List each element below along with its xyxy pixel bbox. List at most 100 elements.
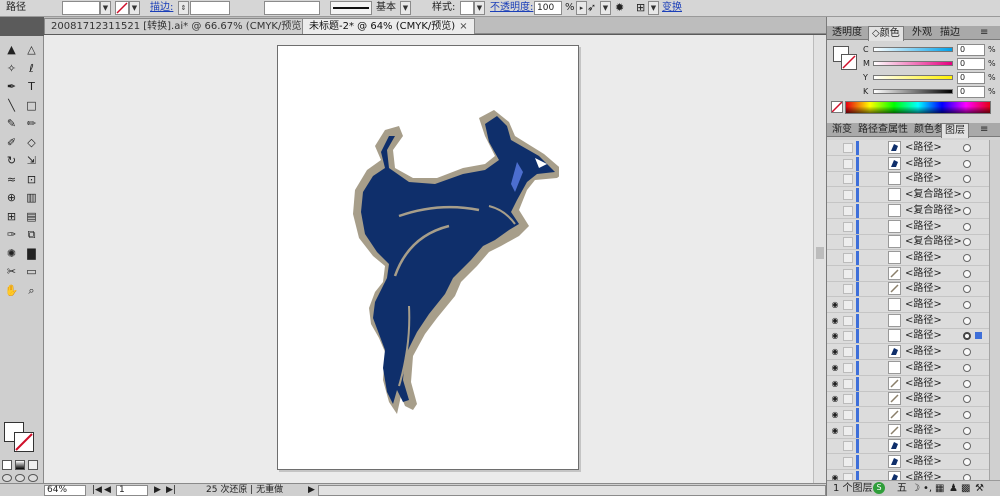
draw-behind-icon[interactable] [15, 474, 25, 482]
page-number-field[interactable]: 1 [116, 485, 148, 496]
visibility-eye-icon[interactable]: ◉ [830, 316, 840, 326]
hand-tool[interactable]: ✋ [3, 283, 20, 298]
layer-row[interactable]: <路径> [827, 219, 989, 235]
lock-toggle[interactable] [843, 158, 853, 169]
target-circle-icon[interactable] [963, 253, 971, 262]
layer-row[interactable]: ◉ <路径> [827, 376, 989, 392]
magenta-slider[interactable] [873, 61, 953, 66]
target-circle-icon[interactable] [963, 144, 971, 152]
tab-document-1[interactable]: 20081712311521 [转换].ai* @ 66.67% (CMYK/预… [44, 18, 325, 34]
lock-toggle[interactable] [843, 237, 853, 248]
stroke-swatch[interactable] [841, 54, 857, 70]
kangaroo-artwork[interactable] [339, 106, 559, 416]
layer-row[interactable]: ◉ <路径> [827, 297, 989, 313]
layer-row[interactable]: ◉ <路径> [827, 360, 989, 376]
punctuation-icon[interactable]: •, [923, 481, 932, 496]
chevron-down-icon[interactable]: ▼ [100, 1, 111, 15]
visibility-eye-icon[interactable] [830, 174, 840, 184]
lock-toggle[interactable] [843, 441, 853, 452]
blob-brush-tool[interactable]: ✐ [3, 135, 20, 150]
fill-color-swatch[interactable] [62, 1, 100, 15]
graphic-style-swatch[interactable] [460, 1, 474, 15]
lock-toggle[interactable] [843, 284, 853, 295]
target-circle-icon[interactable] [963, 285, 971, 294]
visibility-eye-icon[interactable] [830, 441, 840, 451]
layer-row[interactable]: ◉ <路径> [827, 344, 989, 361]
column-graph-tool[interactable]: ▇ [23, 246, 40, 261]
target-circle-icon[interactable] [963, 348, 971, 357]
moon-icon[interactable]: ☽ [911, 481, 920, 496]
visibility-eye-icon[interactable]: ◉ [830, 410, 840, 420]
stroke-link[interactable]: 描边: [150, 0, 173, 17]
visibility-eye-icon[interactable]: ◉ [830, 379, 840, 389]
paintbrush-tool[interactable]: ✎ [3, 116, 20, 131]
target-circle-icon[interactable] [963, 363, 971, 372]
visibility-eye-icon[interactable] [830, 253, 840, 263]
symbol-sprayer-tool[interactable]: ✺ [3, 246, 20, 261]
target-circle-icon[interactable] [963, 332, 971, 341]
tab-color[interactable]: ◇颜色 [868, 26, 904, 41]
lock-toggle[interactable] [843, 205, 853, 216]
eyedropper-tool[interactable]: ✑ [3, 227, 20, 242]
zoom-level-field[interactable]: 64% [44, 485, 86, 496]
draw-normal-icon[interactable] [2, 474, 12, 482]
scale-tool[interactable]: ⇲ [23, 153, 40, 168]
pen-tool[interactable]: ✒ [3, 79, 20, 94]
lock-toggle[interactable] [843, 268, 853, 279]
chevron-down-icon[interactable]: ▼ [474, 1, 485, 15]
lasso-tool[interactable]: ℓ [23, 61, 40, 76]
pencil-tool[interactable]: ✏ [23, 116, 40, 131]
layer-row[interactable]: ◉ <路径> [827, 423, 989, 439]
variable-width-profile[interactable] [264, 1, 320, 15]
visibility-eye-icon[interactable]: ◉ [830, 331, 840, 341]
visibility-eye-icon[interactable]: ◉ [830, 363, 840, 373]
lock-toggle[interactable] [843, 425, 853, 436]
warp-tool[interactable]: ≈ [3, 172, 20, 187]
chevron-down-icon[interactable]: ▼ [400, 1, 411, 15]
mesh-tool[interactable]: ⊞ [3, 209, 20, 224]
target-circle-icon[interactable] [963, 269, 971, 278]
layer-row[interactable]: <路径> [827, 454, 989, 470]
layer-row[interactable]: <复合路径> [827, 234, 989, 251]
scrollbar-thumb[interactable] [816, 247, 824, 259]
ime-wubi-icon[interactable]: 五 [897, 481, 907, 496]
eraser-tool[interactable]: ◇ [23, 135, 40, 150]
lock-toggle[interactable] [843, 409, 853, 420]
chevron-down-icon[interactable]: ▼ [600, 1, 611, 15]
next-page-icon[interactable]: ▶ [154, 484, 161, 496]
target-circle-icon[interactable] [963, 301, 971, 309]
visibility-eye-icon[interactable] [830, 269, 840, 279]
layer-row[interactable]: <路径> [827, 438, 989, 455]
tab-appearance[interactable]: 外观 [909, 26, 935, 40]
tab-layers[interactable]: 图层 [941, 123, 969, 138]
target-circle-icon[interactable] [963, 458, 971, 466]
visibility-eye-icon[interactable]: ◉ [830, 426, 840, 436]
chevron-down-icon[interactable]: ▼ [129, 1, 140, 15]
rectangle-tool[interactable]: □ [23, 98, 40, 113]
draw-inside-icon[interactable] [28, 474, 38, 482]
horizontal-scrollbar[interactable] [318, 485, 826, 496]
tab-stroke[interactable]: 描边 [937, 26, 963, 40]
blend-tool[interactable]: ⧉ [23, 227, 40, 242]
color-spectrum[interactable] [845, 101, 991, 114]
user-icon[interactable]: ♟ [949, 481, 958, 496]
target-circle-icon[interactable] [963, 316, 971, 325]
target-circle-icon[interactable] [963, 159, 971, 168]
type-tool[interactable]: T [23, 79, 40, 94]
target-circle-icon[interactable] [963, 395, 971, 404]
stroke-weight-stepper[interactable]: ⇕ [178, 1, 189, 15]
apps-grid-icon[interactable]: ▩ [961, 481, 970, 496]
black-slider[interactable] [873, 89, 953, 94]
lock-toggle[interactable] [843, 315, 853, 326]
target-circle-icon[interactable] [963, 426, 971, 435]
target-circle-icon[interactable] [963, 206, 971, 215]
visibility-eye-icon[interactable] [830, 237, 840, 247]
layer-row[interactable]: <复合路径> [827, 203, 989, 219]
lock-toggle[interactable] [843, 331, 853, 342]
visibility-eye-icon[interactable] [830, 143, 840, 153]
cyan-value[interactable]: 0 [957, 44, 985, 56]
visibility-eye-icon[interactable] [830, 457, 840, 467]
artboard-tool[interactable]: ▭ [23, 264, 40, 279]
opacity-link[interactable]: 不透明度: [490, 0, 533, 17]
canvas-vertical-scrollbar[interactable] [813, 35, 826, 483]
